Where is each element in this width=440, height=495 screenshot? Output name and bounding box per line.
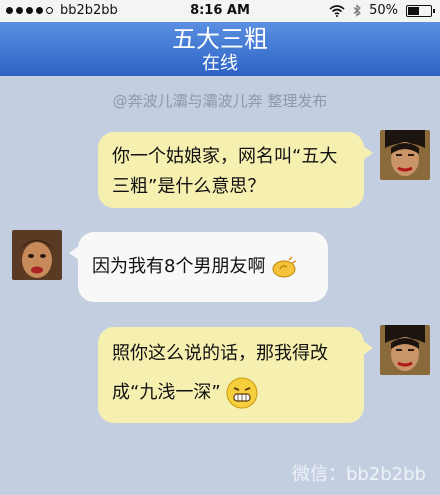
- wifi-icon: [329, 4, 345, 17]
- hand-wave-emoji: [272, 256, 297, 278]
- message-text-line: 照你这么说的话，那我得改: [112, 343, 328, 364]
- battery-icon: [406, 4, 435, 17]
- grin-emoji: [226, 377, 258, 409]
- message-text-line: 三粗”是什么意思？: [112, 176, 266, 197]
- watermark: 微信：bb2b2bb: [291, 464, 426, 485]
- message-bubble-outgoing: 你一个姑娘家，网名叫“五大 三粗”是什么意思？: [98, 132, 373, 208]
- presence-status: 在线: [202, 53, 238, 74]
- my-avatar[interactable]: [380, 130, 430, 180]
- battery-percent: 50%: [369, 3, 398, 18]
- contact-avatar[interactable]: [12, 230, 62, 280]
- message-text-line: 你一个姑娘家，网名叫“五大: [112, 146, 338, 167]
- bluetooth-icon: [353, 4, 362, 17]
- contact-name: 五大三粗: [172, 25, 268, 53]
- message-bubble-outgoing: 照你这么说的话，那我得改 成“九浅一深”: [98, 327, 373, 423]
- message-text: 因为我有8个男朋友啊: [92, 256, 266, 277]
- chat-title-bar: 五大三粗 在线: [0, 22, 440, 76]
- message-text-line: 成“九浅一深”: [112, 382, 221, 403]
- message-bubble-incoming: 因为我有8个男朋友啊: [69, 232, 328, 302]
- my-avatar[interactable]: [380, 325, 430, 375]
- status-bar: bb2b2bb 8:16 AM 50%: [0, 0, 440, 22]
- credit-line: @奔波儿灞与灞波儿奔 整理发布: [112, 92, 328, 110]
